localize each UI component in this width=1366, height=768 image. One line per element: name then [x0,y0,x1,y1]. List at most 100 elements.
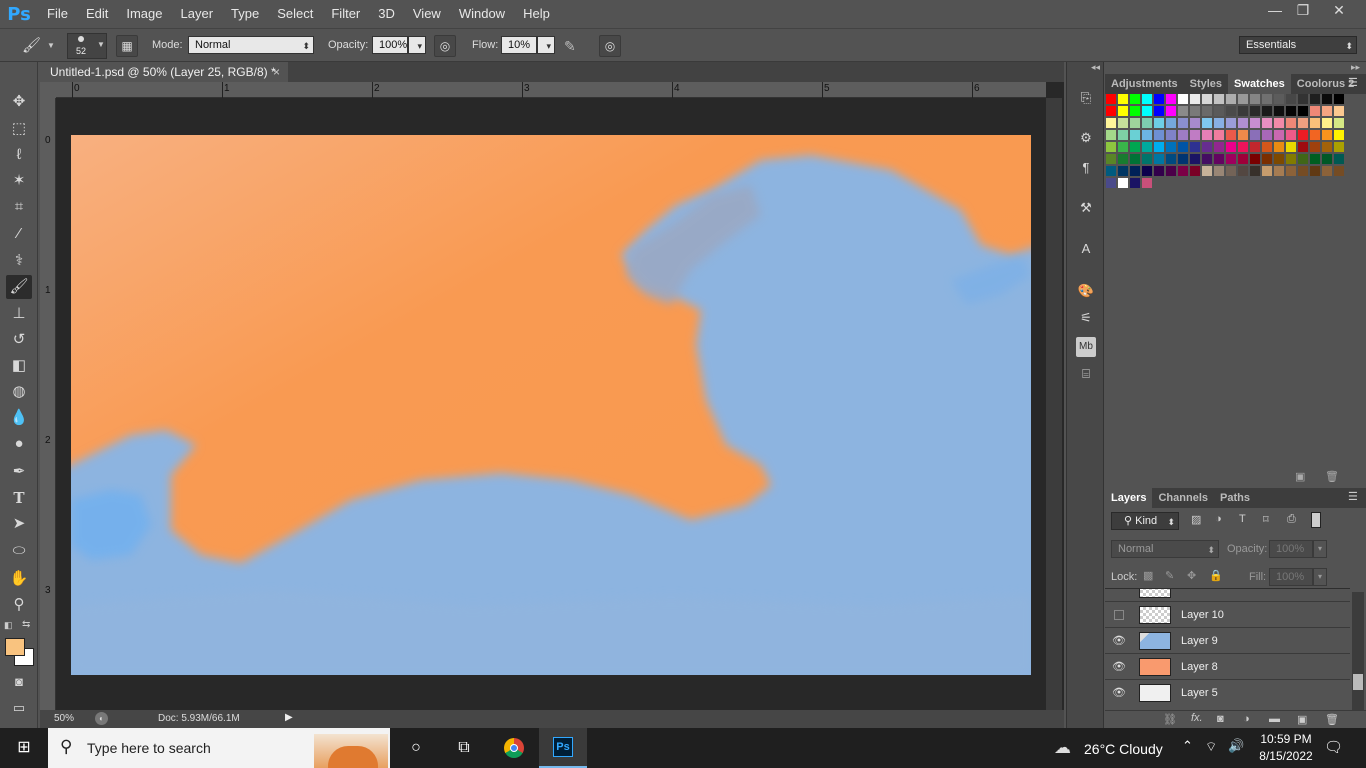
dodge-tool-icon[interactable]: ● [6,432,32,456]
color-swatch[interactable] [1130,154,1140,164]
color-swatch[interactable] [1310,142,1320,152]
color-swatch[interactable] [1310,94,1320,104]
clone-stamp-tool-icon[interactable]: ⊥ [6,302,32,326]
layers-panel-menu-icon[interactable]: ☰ [1348,490,1358,503]
swap-colors-icon[interactable]: ⇆ [22,619,30,630]
color-swatch[interactable] [1286,166,1296,176]
color-swatch[interactable] [1130,130,1140,140]
default-colors-icon[interactable]: ◧ [4,620,13,631]
color-swatch[interactable] [1166,166,1176,176]
color-swatch[interactable] [1154,94,1164,104]
brush-tool-preset-icon[interactable]: 🖌 [22,36,41,54]
color-swatch[interactable] [1178,94,1188,104]
pressure-opacity-icon[interactable]: ◎ [434,35,456,57]
color-swatch[interactable] [1166,142,1176,152]
color-swatch[interactable] [1202,94,1212,104]
color-swatch[interactable] [1166,154,1176,164]
clock-time[interactable]: 10:59 PM [1257,732,1315,746]
weather-text[interactable]: 26°C Cloudy [1084,741,1163,757]
lock-all-icon[interactable]: 🔒 [1209,569,1223,582]
color-swatch[interactable] [1190,94,1200,104]
color-swatch[interactable] [1154,154,1164,164]
weather-cloud-icon[interactable]: ☁ [1054,738,1071,758]
chevron-down-icon[interactable]: ▾ [1313,568,1327,586]
color-swatch[interactable] [1190,118,1200,128]
paint-bucket-tool-icon[interactable]: ◍ [6,380,32,404]
color-swatch[interactable] [1214,166,1224,176]
brush-presets-panel-icon[interactable]: ⚒ [1076,198,1096,218]
color-swatch[interactable] [1130,94,1140,104]
color-swatch[interactable] [1214,142,1224,152]
tab-channels[interactable]: Channels [1152,488,1214,508]
mode-select[interactable]: Normal ⬍ [188,36,314,54]
color-swatch[interactable] [1202,130,1212,140]
color-swatch[interactable] [1238,94,1248,104]
color-swatch[interactable] [1334,130,1344,140]
hand-tool-icon[interactable]: ✋ [6,567,32,591]
windows-start-icon[interactable]: ⊞ [0,728,48,768]
color-swatch[interactable] [1262,106,1272,116]
color-swatch[interactable] [1214,118,1224,128]
color-swatch[interactable] [1310,154,1320,164]
color-swatch[interactable] [1298,142,1308,152]
color-swatch[interactable] [1190,106,1200,116]
color-swatch[interactable] [1310,130,1320,140]
color-swatch[interactable] [1190,154,1200,164]
zoom-tool-icon[interactable]: ⚲ [6,593,32,617]
color-palette-icon[interactable]: 🎨 [1076,281,1096,301]
color-swatch[interactable] [1298,154,1308,164]
flow-input[interactable]: 10% [501,36,537,54]
color-swatch[interactable] [1214,106,1224,116]
menu-layer[interactable]: Layer [172,0,223,28]
color-swatch[interactable] [1106,106,1116,116]
color-swatch[interactable] [1214,130,1224,140]
filter-pixel-icon[interactable]: ▨ [1191,513,1201,526]
color-swatch[interactable] [1202,154,1212,164]
chrome-icon[interactable] [490,728,538,768]
color-swatch[interactable] [1250,94,1260,104]
color-swatch[interactable] [1202,142,1212,152]
filter-toggle-icon[interactable] [1311,512,1321,528]
character-panel-icon[interactable]: A [1076,239,1096,259]
color-swatch[interactable] [1142,130,1152,140]
color-swatch[interactable] [1322,106,1332,116]
layer-style-fx-icon[interactable]: fx. [1191,712,1203,724]
color-swatch[interactable] [1322,94,1332,104]
color-swatch[interactable] [1214,154,1224,164]
color-swatch[interactable] [1154,166,1164,176]
tab-layers[interactable]: Layers [1105,488,1153,508]
color-swatch[interactable] [1118,130,1128,140]
restore-button[interactable]: ❐ [1286,0,1320,20]
color-swatch[interactable] [1226,118,1236,128]
color-swatch[interactable] [1106,130,1116,140]
color-swatch[interactable] [1118,142,1128,152]
type-tool-icon[interactable]: T [6,486,32,510]
blend-mode-select[interactable]: Normal ⬍ [1111,540,1219,558]
status-info-icon[interactable]: ◐ [95,712,108,725]
color-swatch[interactable] [1298,166,1308,176]
color-swatch[interactable] [1310,166,1320,176]
color-swatch[interactable] [1106,118,1116,128]
color-swatch[interactable] [1334,94,1344,104]
opacity-dropdown[interactable]: ▾ [408,36,426,54]
layer-row[interactable]: 👁 Layer 8 [1105,653,1350,679]
filter-shape-icon[interactable]: ⌑ [1263,513,1269,526]
preset-dropdown-arrow-icon[interactable]: ▼ [47,41,55,50]
color-swatch[interactable] [1226,166,1236,176]
new-swatch-icon[interactable]: ▣ [1295,470,1305,483]
taskbar-search-box[interactable]: ⚲ Type here to search [48,728,390,768]
color-swatch[interactable] [1274,106,1284,116]
canvas-vertical-scrollbar[interactable] [1046,98,1062,710]
color-swatch[interactable] [1190,130,1200,140]
color-swatch[interactable] [1274,130,1284,140]
ruler-vertical[interactable]: 0 1 2 3 [40,98,56,710]
color-swatch[interactable] [1310,118,1320,128]
color-swatch[interactable] [1238,130,1248,140]
eye-icon[interactable]: 👁 [1112,634,1126,648]
color-swatch[interactable] [1178,130,1188,140]
color-swatch[interactable] [1262,118,1272,128]
color-swatch[interactable] [1178,106,1188,116]
color-swatch[interactable] [1106,178,1116,188]
color-swatch[interactable] [1106,166,1116,176]
blur-tool-icon[interactable]: 💧 [6,406,32,430]
